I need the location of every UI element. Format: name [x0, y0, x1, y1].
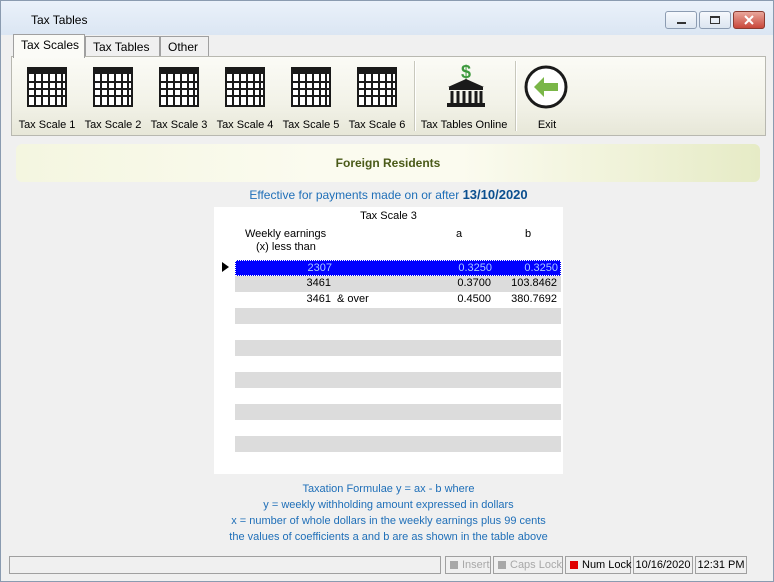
- insert-led-icon: [450, 561, 458, 569]
- maximize-icon: [710, 16, 720, 24]
- calendar-grid-icon: [357, 67, 397, 107]
- num-lock-led-icon: [570, 561, 578, 569]
- tax-scale-4-button[interactable]: Tax Scale 4: [212, 63, 278, 131]
- effective-date-line: Effective for payments made on or after …: [11, 187, 766, 202]
- title-bar: Tax Tables: [1, 1, 773, 35]
- col-header-earnings-sub: (x) less than: [256, 241, 316, 253]
- tax-scale-3-label: Tax Scale 3: [150, 119, 208, 131]
- tax-scale-4-label: Tax Scale 4: [216, 119, 274, 131]
- residency-banner: Foreign Residents: [16, 144, 760, 182]
- status-message-panel: [9, 556, 441, 574]
- formula-line: y = weekly withholding amount expressed …: [263, 499, 514, 511]
- close-button[interactable]: [733, 11, 765, 29]
- cell-b: 103.8462: [511, 277, 557, 289]
- tab-other[interactable]: Other: [160, 36, 209, 57]
- close-icon: [744, 15, 754, 25]
- table-row[interactable]: 2307 0.3250 0.3250: [235, 260, 561, 276]
- taxation-formulae: Taxation Formulae y = ax - b where y = w…: [11, 481, 766, 545]
- table-row-empty: [235, 308, 561, 324]
- tax-scale-grid[interactable]: Tax Scale 3 Weekly earnings (x) less tha…: [214, 207, 563, 474]
- ribbon-toolbar: Tax Scale 1 Tax Scale 2 Tax Scale 3 Tax …: [11, 56, 766, 136]
- table-row[interactable]: 3461 0.3700 103.8462: [235, 276, 561, 292]
- cell-a: 0.3250: [458, 262, 492, 274]
- tax-tables-online-button[interactable]: $ Tax Tables Online: [418, 63, 510, 131]
- col-header-a: a: [456, 228, 463, 240]
- insert-label: Insert: [462, 559, 490, 571]
- caps-lock-label: Caps Lock: [510, 559, 562, 571]
- caps-lock-led-icon: [498, 561, 506, 569]
- effective-date: 13/10/2020: [462, 187, 528, 202]
- tax-scale-3-button[interactable]: Tax Scale 3: [146, 63, 212, 131]
- calendar-grid-icon: [225, 67, 265, 107]
- tax-tables-window: Tax Tables Tax Scales Tax Tables Other T…: [0, 0, 774, 582]
- tax-scale-2-button[interactable]: Tax Scale 2: [80, 63, 146, 131]
- main-content: Foreign Residents Effective for payments…: [11, 139, 766, 551]
- calendar-grid-icon: [159, 67, 199, 107]
- table-row[interactable]: 3461 & over 0.4500 380.7692: [235, 292, 561, 308]
- cell-earnings: 3461: [306, 293, 331, 305]
- table-row-empty: [235, 436, 561, 452]
- cell-earnings: 2307: [307, 262, 332, 274]
- tax-scale-2-label: Tax Scale 2: [84, 119, 142, 131]
- formula-line: x = number of whole dollars in the weekl…: [231, 515, 546, 527]
- row-pointer-icon: [222, 262, 229, 272]
- formula-line: the values of coefficients a and b are a…: [229, 531, 548, 543]
- tax-scale-1-label: Tax Scale 1: [18, 119, 76, 131]
- tax-scale-5-label: Tax Scale 5: [282, 119, 340, 131]
- num-lock-indicator: Num Lock: [565, 556, 632, 574]
- minimize-button[interactable]: [665, 11, 697, 29]
- table-row-empty: [235, 372, 561, 388]
- tab-tax-tables[interactable]: Tax Tables: [85, 36, 160, 57]
- insert-indicator: Insert: [445, 556, 491, 574]
- status-bar: Insert Caps Lock Num Lock 10/16/2020 12:…: [9, 556, 767, 574]
- col-header-earnings: Weekly earnings: [245, 228, 327, 240]
- cell-earnings: 3461: [306, 277, 331, 289]
- effective-text: Effective for payments made on or after: [249, 188, 460, 202]
- col-header-b: b: [525, 228, 532, 240]
- tax-tables-online-label: Tax Tables Online: [420, 119, 508, 131]
- calendar-grid-icon: [27, 67, 67, 107]
- tax-scale-5-button[interactable]: Tax Scale 5: [278, 63, 344, 131]
- back-arrow-icon: [524, 65, 568, 109]
- bank-dollar-icon: $: [447, 63, 485, 107]
- table-row-empty: [235, 404, 561, 420]
- cell-b: 0.3250: [524, 262, 558, 274]
- cell-suffix: & over: [337, 293, 369, 305]
- cell-a: 0.3700: [457, 277, 491, 289]
- calendar-grid-icon: [291, 67, 331, 107]
- tax-scale-6-label: Tax Scale 6: [348, 119, 406, 131]
- formula-line: Taxation Formulae y = ax - b where: [302, 483, 475, 495]
- caps-lock-indicator: Caps Lock: [493, 556, 563, 574]
- status-time: 12:31 PM: [695, 556, 747, 574]
- cell-b: 380.7692: [511, 293, 557, 305]
- status-date: 10/16/2020: [633, 556, 693, 574]
- cell-a: 0.4500: [457, 293, 491, 305]
- window-title: Tax Tables: [31, 13, 88, 27]
- grid-title: Tax Scale 3: [360, 210, 417, 222]
- table-row-empty: [235, 340, 561, 356]
- tax-scale-6-button[interactable]: Tax Scale 6: [344, 63, 410, 131]
- minimize-icon: [676, 22, 686, 24]
- exit-label: Exit: [537, 119, 557, 131]
- calendar-grid-icon: [93, 67, 133, 107]
- exit-button[interactable]: Exit: [514, 63, 580, 131]
- tax-scale-1-button[interactable]: Tax Scale 1: [14, 63, 80, 131]
- tab-tax-scales[interactable]: Tax Scales: [13, 34, 85, 58]
- num-lock-label: Num Lock: [582, 559, 632, 571]
- maximize-button[interactable]: [699, 11, 731, 29]
